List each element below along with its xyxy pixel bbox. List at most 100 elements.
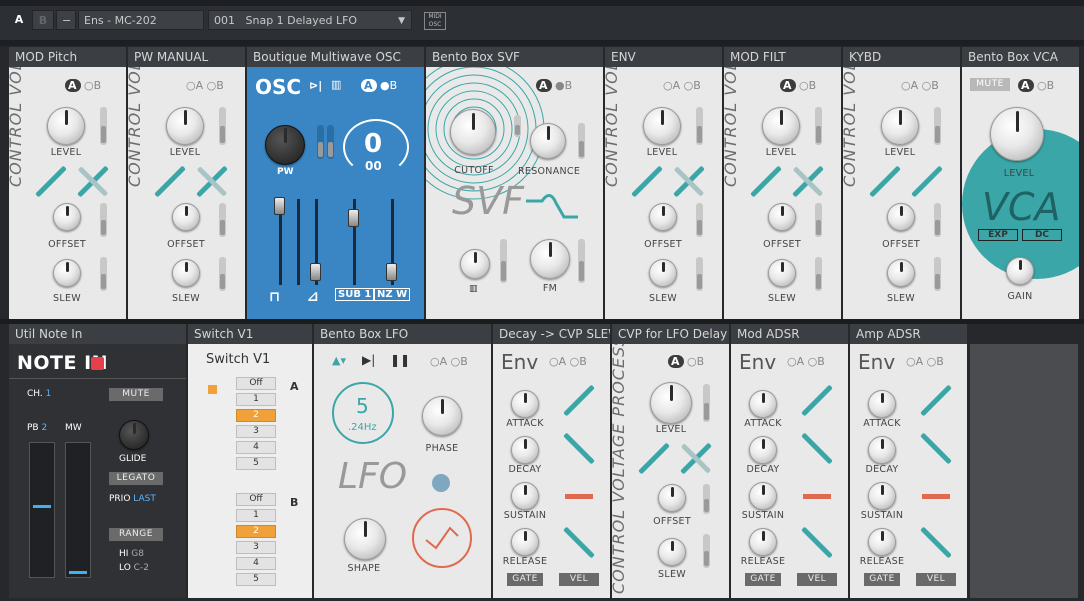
mute-button[interactable]: MUTE bbox=[970, 78, 1010, 91]
level-knob[interactable] bbox=[643, 107, 681, 145]
offset-knob[interactable] bbox=[768, 203, 796, 231]
slot-a-button[interactable]: A bbox=[8, 10, 30, 30]
device-title-env[interactable]: ENV bbox=[605, 47, 722, 67]
mod-knob[interactable] bbox=[460, 249, 490, 279]
device-title-mod-adsr[interactable]: Mod ADSR bbox=[731, 324, 848, 344]
fm-knob[interactable] bbox=[530, 239, 570, 279]
device-title-lfo[interactable]: Bento Box LFO bbox=[314, 324, 491, 344]
range-button[interactable]: RANGE bbox=[109, 528, 163, 541]
vel-button[interactable]: VEL bbox=[916, 573, 956, 586]
switch-a-5[interactable]: 5 bbox=[236, 457, 276, 470]
level-knob[interactable] bbox=[166, 107, 204, 145]
keyboard-icon[interactable]: ▥ bbox=[331, 78, 341, 91]
saw-wave-icon[interactable]: ⊿ bbox=[307, 289, 319, 305]
attack-knob[interactable] bbox=[511, 390, 539, 418]
switch-a-1[interactable]: 1 bbox=[236, 393, 276, 406]
trigger-icon[interactable]: ▲▾ bbox=[332, 354, 346, 367]
play-icon[interactable]: ▶| bbox=[362, 353, 375, 367]
fader-noise[interactable] bbox=[386, 263, 397, 281]
dc-button[interactable]: DC bbox=[1022, 229, 1062, 241]
ab-toggle[interactable]: ○A ○B bbox=[549, 355, 587, 368]
device-title-pw-manual[interactable]: PW MANUAL bbox=[128, 47, 245, 67]
device-title-amp-adsr[interactable]: Amp ADSR bbox=[850, 324, 967, 344]
modwheel-slider[interactable] bbox=[65, 442, 91, 578]
attack-knob[interactable] bbox=[868, 390, 896, 418]
switch-b-4[interactable]: 4 bbox=[236, 557, 276, 570]
fader-sub1[interactable] bbox=[348, 209, 359, 227]
ch-value[interactable]: 1 bbox=[46, 389, 52, 399]
device-title-kybd[interactable]: KYBD bbox=[843, 47, 960, 67]
minus-button[interactable]: − bbox=[56, 10, 76, 30]
ab-toggle[interactable]: ○A ○B bbox=[901, 79, 939, 92]
switch-a-2[interactable]: 2 bbox=[236, 409, 276, 422]
slew-knob[interactable] bbox=[768, 259, 796, 287]
prio-value[interactable]: LAST bbox=[133, 494, 156, 504]
exp-button[interactable]: EXP bbox=[978, 229, 1018, 241]
hi-value[interactable]: G8 bbox=[131, 549, 144, 559]
slot-b-button[interactable]: B bbox=[32, 10, 54, 30]
switch-b-1[interactable]: 1 bbox=[236, 509, 276, 522]
device-title-svf[interactable]: Bento Box SVF bbox=[426, 47, 603, 67]
ab-toggle[interactable]: ○A ○B bbox=[430, 355, 468, 368]
phase-knob[interactable] bbox=[422, 396, 462, 436]
device-title-switch[interactable]: Switch V1 bbox=[188, 324, 312, 344]
decay-knob[interactable] bbox=[511, 436, 539, 464]
level-knob[interactable] bbox=[762, 107, 800, 145]
mute-button[interactable]: MUTE bbox=[109, 388, 163, 401]
square-wave-icon[interactable]: ⊓ bbox=[269, 289, 280, 305]
fader-square[interactable] bbox=[310, 263, 321, 281]
device-title-mod-pitch[interactable]: MOD Pitch bbox=[9, 47, 126, 67]
gate-button[interactable]: GATE bbox=[507, 573, 543, 586]
switch-a-off[interactable]: Off bbox=[236, 377, 276, 390]
preset-selector[interactable]: 001 Snap 1 Delayed LFO ▼ bbox=[208, 10, 412, 30]
slew-knob[interactable] bbox=[53, 259, 81, 287]
resonance-knob[interactable] bbox=[530, 123, 566, 159]
waveform-button[interactable] bbox=[412, 508, 472, 568]
shape-knob[interactable] bbox=[344, 518, 386, 560]
cutoff-knob[interactable] bbox=[450, 109, 496, 155]
vel-button[interactable]: VEL bbox=[559, 573, 599, 586]
lo-value[interactable]: C-2 bbox=[134, 563, 149, 573]
ab-toggle[interactable]: ○A ○B bbox=[663, 79, 701, 92]
ab-toggle[interactable]: ○A ○B bbox=[787, 355, 825, 368]
switch-b-off[interactable]: Off bbox=[236, 493, 276, 506]
sustain-knob[interactable] bbox=[868, 482, 896, 510]
ensemble-name[interactable]: Ens - MC-202 bbox=[78, 10, 204, 30]
switch-b-2[interactable]: 2 bbox=[236, 525, 276, 538]
ab-toggle[interactable]: A ○B bbox=[780, 79, 816, 92]
slew-knob[interactable] bbox=[649, 259, 677, 287]
sub1-button[interactable]: SUB 1 bbox=[335, 288, 375, 301]
ab-toggle[interactable]: A ○B bbox=[668, 355, 704, 368]
attack-knob[interactable] bbox=[749, 390, 777, 418]
gain-knob[interactable] bbox=[1006, 257, 1034, 285]
ab-toggle[interactable]: ○A ○B bbox=[186, 79, 224, 92]
release-knob[interactable] bbox=[511, 528, 539, 556]
device-title-decay-slew[interactable]: Decay -> CVP SLEW bbox=[493, 324, 610, 344]
decay-knob[interactable] bbox=[868, 436, 896, 464]
level-knob[interactable] bbox=[47, 107, 85, 145]
pb-value[interactable]: 2 bbox=[41, 423, 47, 433]
device-title-note-in[interactable]: Util Note In bbox=[9, 324, 186, 344]
offset-knob[interactable] bbox=[172, 203, 200, 231]
level-knob[interactable] bbox=[881, 107, 919, 145]
level-knob[interactable] bbox=[990, 107, 1044, 161]
glide-knob[interactable] bbox=[119, 420, 149, 450]
switch-b-3[interactable]: 3 bbox=[236, 541, 276, 554]
pitchbend-slider[interactable] bbox=[29, 442, 55, 578]
empty-device-slot[interactable] bbox=[970, 344, 1078, 598]
slew-knob[interactable] bbox=[887, 259, 915, 287]
gate-button[interactable]: GATE bbox=[745, 573, 781, 586]
ab-toggle[interactable]: ○A ○B bbox=[906, 355, 944, 368]
switch-b-5[interactable]: 5 bbox=[236, 573, 276, 586]
vel-button[interactable]: VEL bbox=[797, 573, 837, 586]
sustain-knob[interactable] bbox=[749, 482, 777, 510]
slew-knob[interactable] bbox=[172, 259, 200, 287]
ab-toggle[interactable]: A ○B bbox=[1018, 79, 1054, 92]
pw-knob[interactable] bbox=[265, 125, 305, 165]
device-title-vca[interactable]: Bento Box VCA bbox=[962, 47, 1079, 67]
noise-button[interactable]: NZ W bbox=[374, 288, 411, 301]
legato-button[interactable]: LEGATO bbox=[109, 472, 163, 485]
ab-toggle[interactable]: A ●B bbox=[361, 79, 397, 92]
device-title-multiwave-osc[interactable]: Boutique Multiwave OSC bbox=[247, 47, 424, 67]
sustain-knob[interactable] bbox=[511, 482, 539, 510]
